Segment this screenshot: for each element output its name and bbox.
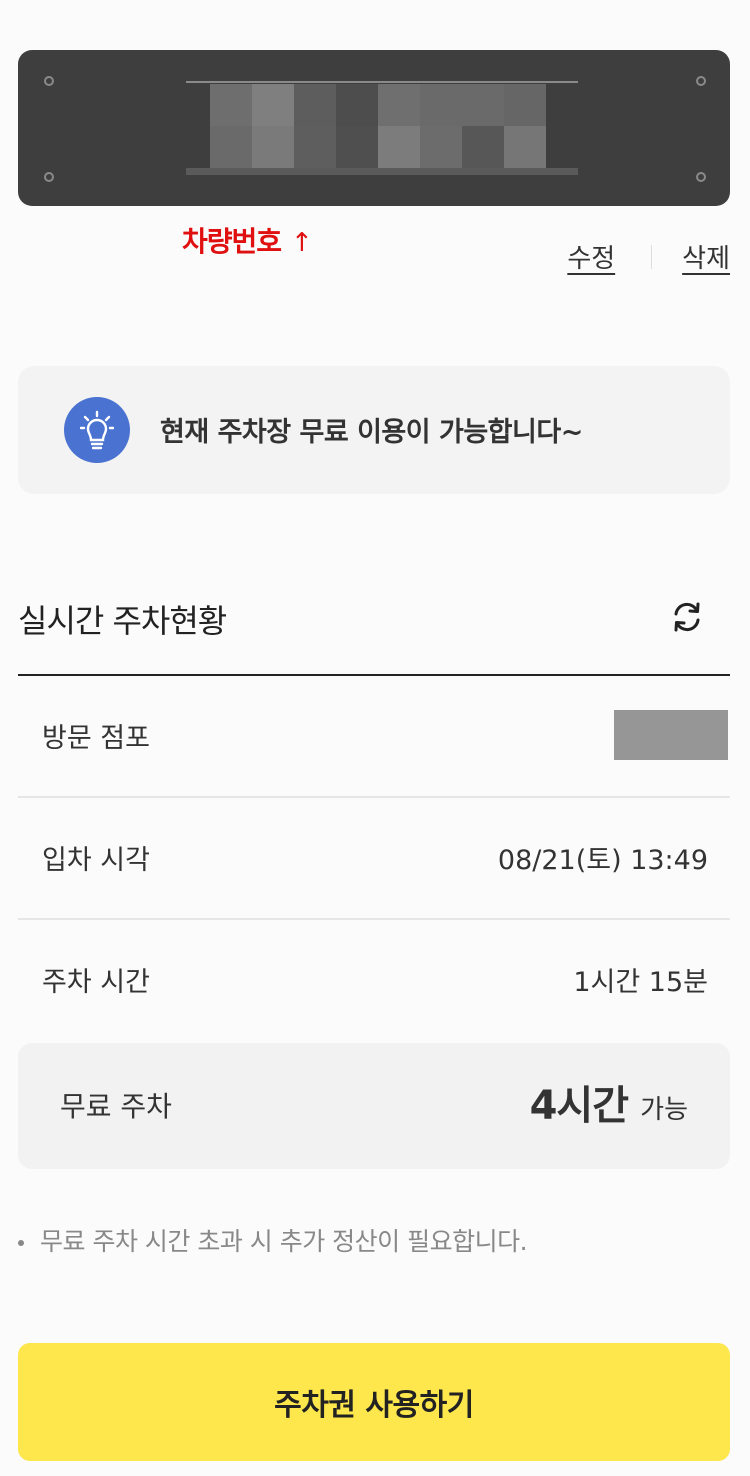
plate-number-mosaic: [210, 84, 546, 168]
section-title: 실시간 주차현황: [18, 602, 227, 640]
free-parking-label: 무료 주차: [60, 1090, 172, 1123]
plate-top-line: [186, 81, 578, 83]
mosaic-cell: [378, 126, 420, 168]
mosaic-cell: [294, 84, 336, 126]
screw-icon: [44, 172, 54, 182]
free-parking-hours: 4시간: [529, 1083, 629, 1129]
row-label: 주차 시간: [42, 967, 150, 998]
license-plate: [18, 50, 730, 206]
note-text: 무료 주차 시간 초과 시 추가 정산이 필요합니다.: [40, 1227, 528, 1256]
edit-link[interactable]: 수정: [567, 238, 615, 275]
action-divider: [651, 244, 653, 269]
screw-icon: [696, 172, 706, 182]
mosaic-cell: [210, 126, 252, 168]
mosaic-cell: [252, 126, 294, 168]
store-name-redacted: [614, 710, 728, 760]
mosaic-cell: [462, 126, 504, 168]
use-parking-ticket-button[interactable]: 주차권 사용하기: [18, 1343, 730, 1461]
screw-icon: [44, 76, 54, 86]
row-value: 1시간 15분: [573, 967, 708, 998]
free-parking-box: 무료 주차 4시간 가능: [18, 1043, 730, 1169]
mosaic-cell: [378, 84, 420, 126]
plate-caption: 차량번호 ↑: [182, 220, 313, 260]
mosaic-cell: [294, 126, 336, 168]
plate-caption-text: 차량번호: [182, 225, 282, 258]
info-row-store: 방문 점포: [18, 676, 730, 798]
plate-actions: 수정 삭제: [567, 238, 730, 275]
screw-icon: [696, 76, 706, 86]
mosaic-cell: [462, 84, 504, 126]
mosaic-cell: [252, 84, 294, 126]
mosaic-cell: [504, 84, 546, 126]
bullet-icon: [18, 1240, 24, 1246]
refresh-icon[interactable]: [668, 598, 706, 636]
row-label: 방문 점포: [42, 723, 150, 754]
info-row-entry-time: 입차 시각 08/21(토) 13:49: [18, 798, 730, 920]
plate-bottom-line: [186, 168, 578, 175]
arrow-up-icon: ↑: [291, 228, 313, 258]
mosaic-cell: [210, 84, 252, 126]
mosaic-cell: [420, 84, 462, 126]
notice-message: 현재 주차장 무료 이용이 가능합니다~: [160, 417, 583, 448]
free-parking-notice: 현재 주차장 무료 이용이 가능합니다~: [18, 366, 730, 494]
mosaic-cell: [504, 126, 546, 168]
row-label: 입차 시각: [42, 845, 150, 876]
mosaic-cell: [420, 126, 462, 168]
info-row-duration: 주차 시간 1시간 15분: [18, 920, 730, 1042]
mosaic-cell: [336, 84, 378, 126]
overtime-note: 무료 주차 시간 초과 시 추가 정산이 필요합니다.: [18, 1222, 528, 1258]
row-value: 08/21(토) 13:49: [497, 845, 708, 876]
delete-link[interactable]: 삭제: [682, 238, 730, 275]
lightbulb-icon: [64, 397, 130, 463]
free-parking-suffix: 가능: [640, 1095, 688, 1125]
mosaic-cell: [336, 126, 378, 168]
